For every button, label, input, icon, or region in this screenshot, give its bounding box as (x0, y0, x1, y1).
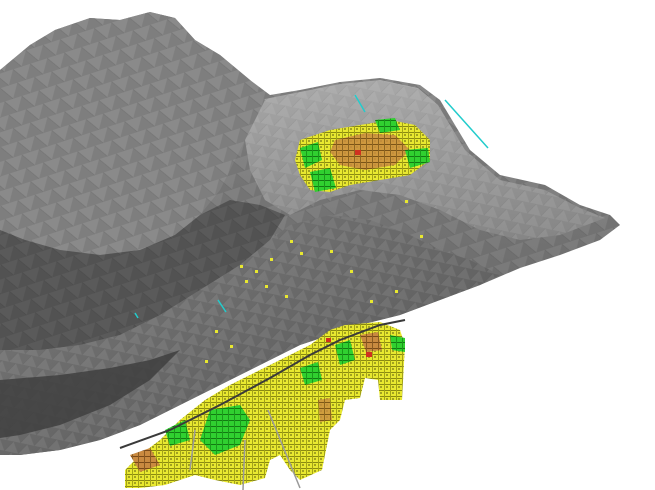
3d-viewport[interactable] (0, 0, 655, 490)
mine-model-scene[interactable] (0, 0, 655, 490)
